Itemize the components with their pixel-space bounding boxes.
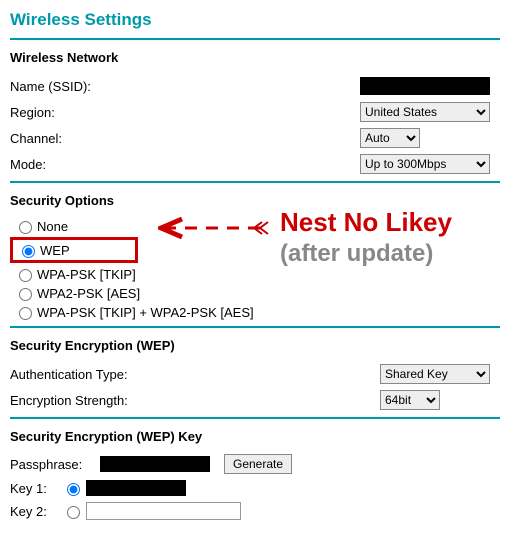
- divider: [10, 38, 500, 40]
- page-title: Wireless Settings: [10, 10, 500, 30]
- channel-select[interactable]: Auto: [360, 128, 420, 148]
- row-channel: Channel: Auto: [10, 127, 500, 149]
- security-option-none[interactable]: None: [10, 218, 500, 234]
- mode-label: Mode:: [10, 157, 190, 172]
- annotation-text: Nest No Likey (after update): [280, 207, 452, 268]
- region-select[interactable]: United States: [360, 102, 490, 122]
- channel-label: Channel:: [10, 131, 190, 146]
- section-wep-key: Security Encryption (WEP) Key: [10, 429, 500, 444]
- row-mode: Mode: Up to 300Mbps: [10, 153, 500, 175]
- radio-none[interactable]: [19, 221, 32, 234]
- enc-strength-select[interactable]: 64bit: [380, 390, 440, 410]
- section-wireless-network: Wireless Network: [10, 50, 500, 65]
- row-passphrase: Passphrase: Generate: [10, 454, 500, 474]
- row-key2: Key 2:: [10, 502, 500, 520]
- radio-wep-label: WEP: [40, 243, 70, 258]
- key2-input[interactable]: [86, 502, 241, 520]
- key1-label: Key 1:: [10, 481, 62, 496]
- radio-wpa-mixed-label: WPA-PSK [TKIP] + WPA2-PSK [AES]: [37, 305, 254, 320]
- radio-wpa2-aes-label: WPA2-PSK [AES]: [37, 286, 140, 301]
- auth-type-select[interactable]: Shared Key: [380, 364, 490, 384]
- radio-wpa-tkip[interactable]: [19, 269, 32, 282]
- passphrase-label: Passphrase:: [10, 457, 100, 472]
- enc-strength-label: Encryption Strength:: [10, 393, 190, 408]
- divider: [10, 326, 500, 328]
- generate-button[interactable]: Generate: [224, 454, 292, 474]
- divider: [10, 181, 500, 183]
- security-option-wpa2-aes[interactable]: WPA2-PSK [AES]: [10, 285, 500, 301]
- ssid-value-redacted: [360, 77, 490, 95]
- row-region: Region: United States: [10, 101, 500, 123]
- section-wep-encryption: Security Encryption (WEP): [10, 338, 500, 353]
- row-key1: Key 1:: [10, 480, 500, 496]
- passphrase-value-redacted[interactable]: [100, 456, 210, 472]
- radio-wpa-mixed[interactable]: [19, 307, 32, 320]
- radio-wpa-tkip-label: WPA-PSK [TKIP]: [37, 267, 136, 282]
- radio-key1[interactable]: [67, 483, 80, 496]
- row-ssid: Name (SSID):: [10, 75, 500, 97]
- mode-select[interactable]: Up to 300Mbps: [360, 154, 490, 174]
- annotation-line-2: (after update): [280, 240, 452, 268]
- row-enc-strength: Encryption Strength: 64bit: [10, 389, 500, 411]
- key2-label: Key 2:: [10, 504, 62, 519]
- section-security-options: Security Options: [10, 193, 500, 208]
- radio-wep[interactable]: [22, 245, 35, 258]
- auth-type-label: Authentication Type:: [10, 367, 190, 382]
- security-option-wpa-mixed[interactable]: WPA-PSK [TKIP] + WPA2-PSK [AES]: [10, 304, 500, 320]
- row-auth-type: Authentication Type: Shared Key: [10, 363, 500, 385]
- radio-none-label: None: [37, 219, 68, 234]
- ssid-label: Name (SSID):: [10, 79, 190, 94]
- divider: [10, 417, 500, 419]
- radio-key2[interactable]: [67, 506, 80, 519]
- security-option-wep-highlight[interactable]: WEP: [10, 237, 138, 263]
- radio-wpa2-aes[interactable]: [19, 288, 32, 301]
- key1-value-redacted[interactable]: [86, 480, 186, 496]
- security-option-wpa-tkip[interactable]: WPA-PSK [TKIP]: [10, 266, 500, 282]
- region-label: Region:: [10, 105, 190, 120]
